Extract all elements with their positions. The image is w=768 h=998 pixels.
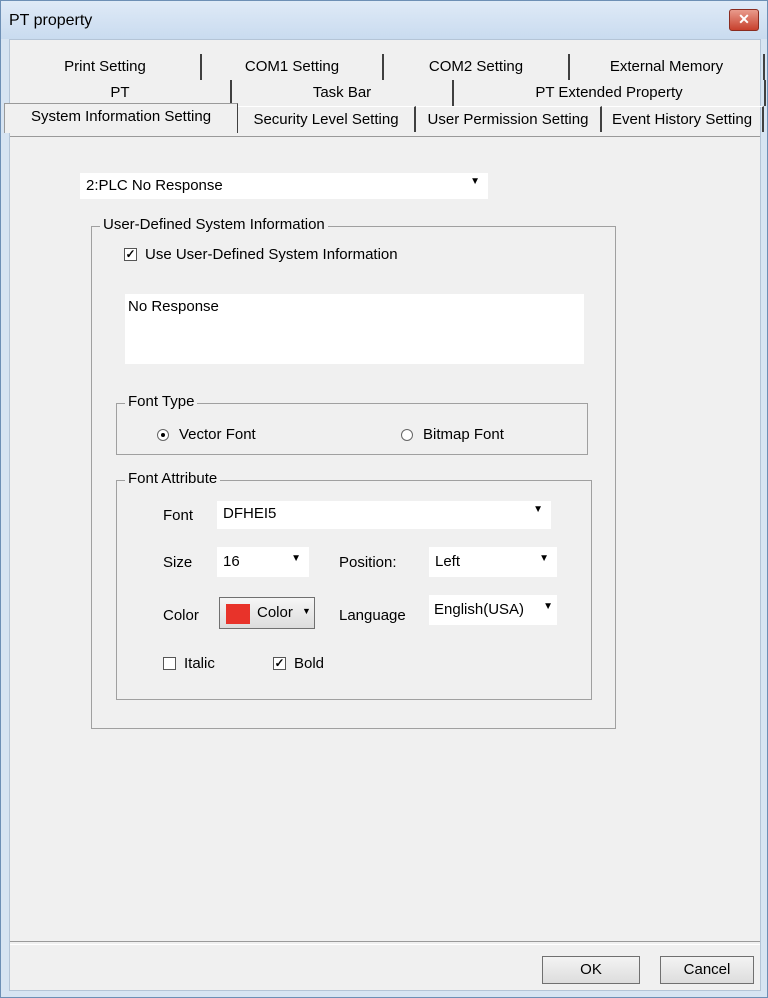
tab-print-setting[interactable]: Print Setting — [10, 54, 202, 80]
bold-checkbox[interactable]: ✓ Bold — [273, 655, 324, 672]
size-label: Size — [163, 554, 193, 571]
user-defined-group-title: User-Defined System Information — [100, 216, 328, 233]
system-information-page: 2:PLC No Response ▼ User-Defined System … — [10, 136, 760, 943]
use-user-defined-label: Use User-Defined System Information — [145, 246, 398, 263]
color-swatch — [226, 604, 250, 624]
ok-button[interactable]: OK — [542, 956, 640, 984]
dropdown-icon: ▼ — [470, 176, 480, 187]
check-icon: ✓ — [124, 247, 137, 261]
bitmap-font-label: Bitmap Font — [423, 426, 504, 443]
system-info-select-value: 2:PLC No Response — [86, 177, 223, 194]
language-select-value: English(USA) — [434, 601, 525, 618]
window-title: PT property — [9, 12, 93, 29]
radio-selected-icon — [157, 428, 169, 441]
color-label: Color — [163, 607, 199, 624]
position-label: Position: — [339, 554, 397, 571]
font-type-group: Font Type Vector Font Bitmap Font — [116, 393, 588, 455]
tab-event-history-setting[interactable]: Event History Setting — [602, 106, 764, 132]
language-label: Language — [339, 607, 406, 624]
font-attribute-group-title: Font Attribute — [125, 470, 221, 487]
italic-label: Italic — [184, 655, 215, 672]
color-button-label: Color — [257, 604, 293, 621]
language-select[interactable]: English(USA) ▼ — [429, 595, 557, 625]
tab-task-bar[interactable]: Task Bar — [232, 80, 454, 106]
tab-security-level-setting[interactable]: Security Level Setting — [238, 106, 416, 132]
vector-font-label: Vector Font — [179, 426, 256, 443]
font-attribute-group: Font Attribute Font DFHEI5 ▼ Size 16 ▼ P… — [116, 470, 592, 700]
tab-com2-setting[interactable]: COM2 Setting — [384, 54, 570, 80]
position-select-value: Left — [435, 553, 461, 570]
bottom-separator — [10, 941, 760, 945]
cancel-button[interactable]: Cancel — [660, 956, 754, 984]
tab-com1-setting[interactable]: COM1 Setting — [202, 54, 384, 80]
close-icon: ✕ — [738, 11, 750, 27]
tab-external-memory[interactable]: External Memory — [570, 54, 765, 80]
user-defined-message-field[interactable]: No Response — [125, 294, 584, 364]
close-button[interactable]: ✕ — [729, 9, 759, 31]
font-select-value: DFHEI5 — [223, 505, 277, 522]
tab-user-permission-setting[interactable]: User Permission Setting — [416, 106, 602, 132]
size-select-value: 16 — [223, 553, 240, 570]
tab-strip: Print Setting COM1 Setting COM2 Setting … — [4, 40, 766, 140]
dialog-client: Print Setting COM1 Setting COM2 Setting … — [4, 39, 766, 991]
use-user-defined-checkbox[interactable]: ✓ Use User-Defined System Information — [124, 246, 398, 263]
system-info-select[interactable]: 2:PLC No Response ▼ — [80, 173, 488, 199]
dropdown-icon: ▼ — [291, 553, 301, 564]
user-defined-message-text: No Response — [128, 298, 219, 315]
italic-checkbox[interactable]: Italic — [163, 655, 215, 672]
position-select[interactable]: Left ▼ — [429, 547, 557, 577]
dropdown-icon: ▼ — [533, 504, 543, 515]
tab-system-information-setting[interactable]: System Information Setting — [4, 103, 238, 133]
check-icon: ✓ — [273, 656, 286, 670]
tab-row-3: System Information Setting Security Leve… — [4, 103, 764, 133]
tab-row-1: Print Setting COM1 Setting COM2 Setting … — [10, 54, 765, 80]
bold-label: Bold — [294, 655, 325, 672]
unchecked-box-icon — [163, 657, 176, 670]
pt-property-dialog: PT property ✕ Print Setting COM1 Setting… — [0, 0, 768, 998]
font-type-group-title: Font Type — [125, 393, 198, 410]
title-bar: PT property ✕ — [1, 1, 767, 39]
radio-vector-font[interactable]: Vector Font — [157, 426, 256, 443]
dropdown-icon: ▼ — [543, 601, 553, 612]
color-picker-button[interactable]: Color ▼ — [219, 597, 315, 629]
size-select[interactable]: 16 ▼ — [217, 547, 309, 577]
radio-bitmap-font[interactable]: Bitmap Font — [401, 426, 504, 443]
radio-unselected-icon — [401, 428, 413, 441]
font-select[interactable]: DFHEI5 ▼ — [217, 501, 551, 529]
user-defined-group: User-Defined System Information ✓ Use Us… — [91, 216, 616, 729]
dropdown-icon: ▼ — [539, 553, 549, 564]
dropdown-icon: ▼ — [302, 606, 311, 616]
font-label: Font — [163, 507, 194, 524]
tab-pt-extended-property[interactable]: PT Extended Property — [454, 80, 766, 106]
